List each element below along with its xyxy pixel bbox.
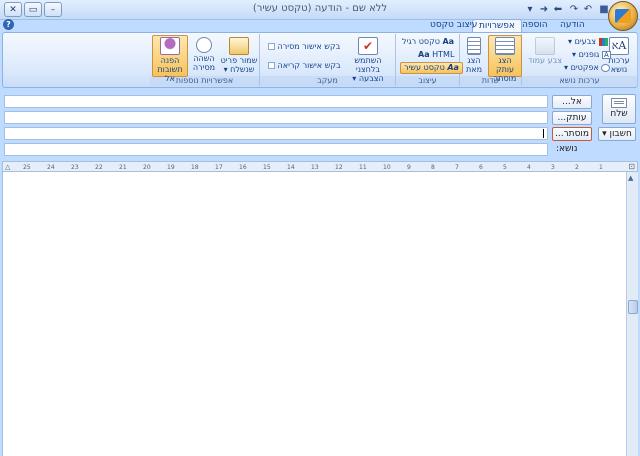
ruler-tick: 20 (143, 164, 151, 171)
send-icon (611, 98, 627, 108)
plain-text-icon: Aa (442, 37, 455, 46)
request-delivery-receipt[interactable]: בקש אישור מסירה (266, 42, 340, 52)
ruler-tick: 2 (575, 164, 579, 171)
colors-button[interactable]: צבעים ▾ (568, 37, 608, 47)
account-button[interactable]: חשבון ▾ (598, 127, 636, 141)
delivery-receipt-checkbox[interactable] (268, 43, 275, 50)
ruler-tick: 17 (215, 164, 223, 171)
direct-replies-button[interactable]: הפנה תשובות אל (152, 35, 188, 83)
rich-text-icon: Aa (447, 63, 459, 72)
text-cursor (543, 129, 544, 138)
ruler-tick: 6 (479, 164, 483, 171)
use-voting-buttons-button[interactable]: ✔ השתמש בלחצני הצבעה ▾ (344, 36, 392, 83)
ruler-tick: 12 (335, 164, 343, 171)
scroll-thumb[interactable] (628, 300, 638, 314)
page-color-button[interactable]: צבע עמוד (528, 36, 562, 76)
next-item-icon[interactable]: ➜ (538, 4, 550, 16)
ruler-tick: 1 (599, 164, 603, 171)
ruler-tick: 24 (47, 164, 55, 171)
ruler-tick: 14 (287, 164, 295, 171)
ruler-tick: 8 (431, 164, 435, 171)
scroll-up-icon[interactable]: ▲ (628, 174, 633, 182)
ruler-tick: 7 (455, 164, 459, 171)
ruler-tick: 3 (551, 164, 555, 171)
ruler-tick: 5 (503, 164, 507, 171)
html-button[interactable]: Aa HTML (418, 50, 454, 60)
ruler-marker-icon: △ (5, 163, 11, 171)
plain-text-button[interactable]: Aa טקסט רגיל (402, 37, 454, 47)
tab-format-text[interactable]: עיצוב טקסט (424, 19, 483, 32)
ruler-tick: 11 (359, 164, 367, 171)
read-receipt-checkbox[interactable] (268, 62, 275, 69)
direct-replies-icon (160, 37, 180, 55)
delay-delivery-button[interactable]: השהה מסירה (188, 36, 220, 76)
ruler-tick: 21 (119, 164, 127, 171)
cc-button[interactable]: עותק... (552, 111, 592, 125)
to-button[interactable]: אל... (552, 95, 592, 109)
ruler-tick: 16 (239, 164, 247, 171)
group-themes-label: ערכות נושא (522, 76, 637, 86)
ruler-tick: 10 (383, 164, 391, 171)
help-icon[interactable]: ? (3, 19, 14, 30)
bcc-button[interactable]: מוסתר... (552, 127, 592, 141)
office-button[interactable] (608, 1, 638, 31)
ruler-tick: 19 (167, 164, 175, 171)
fonts-icon: A (601, 50, 611, 59)
colors-icon (598, 37, 608, 46)
clock-icon (196, 37, 212, 53)
ruler-tick: 25 (23, 164, 31, 171)
show-from-icon (467, 37, 481, 55)
save-sent-icon (229, 37, 249, 55)
redo-icon[interactable]: ↷ (568, 4, 580, 16)
maximize-button[interactable]: ▭ (24, 2, 42, 17)
fonts-button[interactable]: A גופנים ▾ (572, 50, 611, 60)
rich-text-button[interactable]: Aa טקסט עשיר (400, 62, 463, 74)
ruler-toggle-icon[interactable]: ⊡ (628, 162, 635, 171)
group-format-label: עיצוב (396, 76, 459, 86)
undo-icon[interactable]: ↶ (582, 4, 594, 16)
ruler-tick: 9 (407, 164, 411, 171)
subject-label: נושא: (556, 144, 578, 154)
page-color-icon (535, 37, 555, 55)
maximize-icon: ▭ (28, 4, 38, 15)
close-icon: ✕ (9, 4, 17, 15)
effects-icon (601, 63, 611, 72)
ruler-tick: 18 (191, 164, 199, 171)
cc-input[interactable] (4, 111, 548, 124)
window-title: ללא שם - הודעה (טקסט עשיר) (252, 3, 388, 14)
close-button[interactable]: ✕ (4, 2, 22, 17)
message-body[interactable] (2, 172, 626, 456)
themes-icon: Aא (609, 37, 629, 55)
ruler-tick: 15 (263, 164, 271, 171)
office-logo-icon (615, 9, 631, 23)
show-bcc-icon (495, 37, 515, 55)
subject-input[interactable] (4, 143, 548, 156)
save-sent-item-button[interactable]: שמור פריט שנשלח ▾ (220, 36, 258, 76)
ruler-tick: 23 (71, 164, 79, 171)
bcc-input[interactable] (4, 127, 548, 140)
minimize-icon: – (50, 4, 56, 15)
show-bcc-button[interactable]: הצג עותק מוסתר (488, 35, 522, 83)
send-button[interactable]: שלח (602, 94, 636, 124)
ruler-tick: 22 (95, 164, 103, 171)
to-input[interactable] (4, 95, 548, 108)
minimize-button[interactable]: – (44, 2, 62, 17)
html-icon: Aa (418, 50, 430, 59)
ruler: △ ⊡ 25 24 23 22 21 20 19 18 17 16 15 14 … (2, 161, 638, 172)
ruler-tick: 13 (311, 164, 319, 171)
vertical-scrollbar[interactable]: ▲ (626, 172, 638, 456)
voting-icon: ✔ (358, 37, 378, 55)
effects-button[interactable]: אפקטים ▾ (564, 63, 611, 73)
tab-message[interactable]: הודעה (554, 19, 591, 32)
ruler-tick: 4 (527, 164, 531, 171)
show-from-button[interactable]: הצג מאת (460, 36, 488, 76)
customize-qat-icon[interactable]: ▾ (524, 4, 536, 16)
previous-item-icon[interactable]: ⬅ (552, 4, 564, 16)
request-read-receipt[interactable]: בקש אישור קריאה (266, 61, 341, 71)
